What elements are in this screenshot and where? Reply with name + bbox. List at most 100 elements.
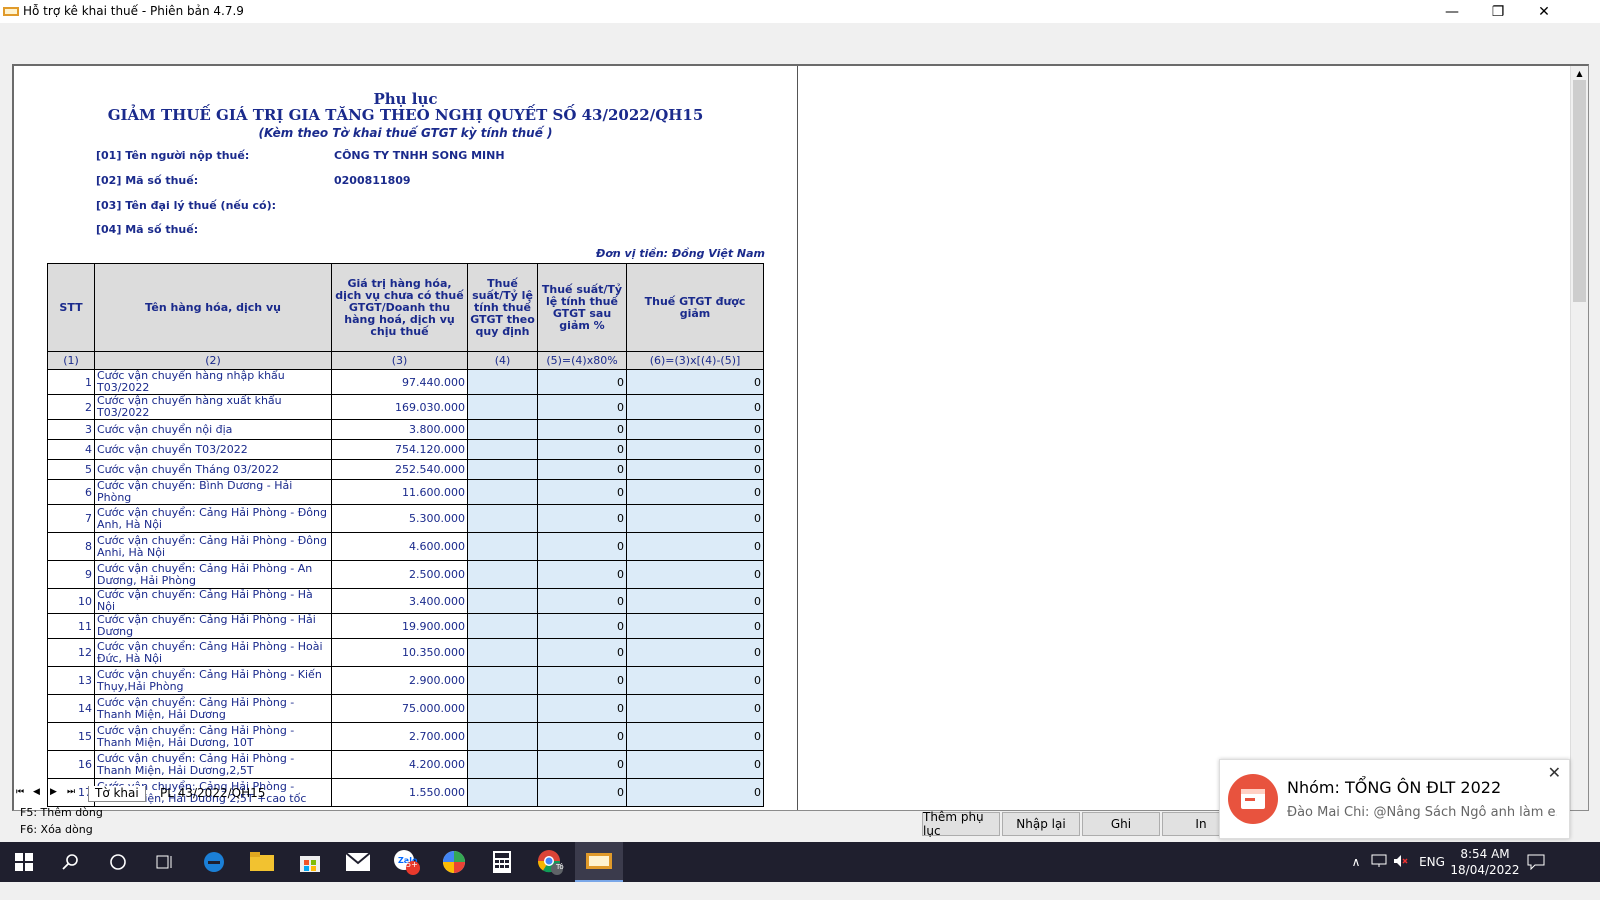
row-reduced-tax[interactable]: 0 [626,439,764,460]
row-item-name[interactable]: Cước vận chuyển: Cảng Hải Phòng - Thanh … [94,722,332,751]
table-row[interactable]: 10 Cước vận chuyển: Cảng Hải Phòng - Hà N… [47,588,764,614]
row-rate[interactable] [467,560,538,589]
row-rate[interactable] [467,439,538,460]
search-icon[interactable] [47,842,95,882]
tax-app-icon[interactable] [575,842,623,882]
table-row[interactable]: 12 Cước vận chuyển: Cảng Hải Phòng - Hoài… [47,638,764,667]
row-value[interactable]: 10.350.000 [331,638,468,667]
scroll-up-icon[interactable]: ▲ [1571,66,1588,80]
table-row[interactable]: 11 Cước vận chuyển: Cảng Hải Phòng - Hải … [47,613,764,639]
row-reduced-tax[interactable]: 0 [626,750,764,779]
row-rate[interactable] [467,588,538,614]
row-reduced-tax[interactable]: 0 [626,588,764,614]
row-value[interactable]: 754.120.000 [331,439,468,460]
row-reduced-tax[interactable]: 0 [626,666,764,695]
row-reduced-tax[interactable]: 0 [626,722,764,751]
row-value[interactable]: 75.000.000 [331,694,468,723]
chrome-icon[interactable]: Tô [526,842,574,882]
row-rate[interactable] [467,479,538,505]
row-item-name[interactable]: Cước vận chuyển T03/2022 [94,439,332,460]
row-rate[interactable] [467,532,538,561]
row-value[interactable]: 4.200.000 [331,750,468,779]
first-sheet-icon[interactable]: ⏮ [16,787,24,797]
row-rate[interactable] [467,369,538,395]
row-rate-after[interactable]: 0 [537,560,627,589]
row-value[interactable]: 3.800.000 [331,419,468,440]
table-row[interactable]: 13 Cước vận chuyển: Cảng Hải Phòng - Kiến… [47,666,764,695]
row-rate-after[interactable]: 0 [537,694,627,723]
field-value-tax-code[interactable]: 0200811809 [334,174,411,187]
row-rate[interactable] [467,419,538,440]
table-row[interactable]: 6 Cước vận chuyển: Bình Dương - Hải Phòng… [47,479,764,505]
volume-muted-icon[interactable] [1390,854,1412,871]
row-item-name[interactable]: Cước vận chuyển: Cảng Hải Phòng - Kiến T… [94,666,332,695]
row-rate-after[interactable]: 0 [537,419,627,440]
mail-icon[interactable] [334,842,382,882]
row-rate[interactable] [467,750,538,779]
row-rate-after[interactable]: 0 [537,459,627,480]
row-item-name[interactable]: Cước vận chuyển: Cảng Hải Phòng - Thanh … [94,694,332,723]
zalo-icon[interactable]: Zalo 5+ [382,842,430,882]
row-reduced-tax[interactable]: 0 [626,613,764,639]
scroll-thumb[interactable] [1573,80,1586,302]
row-reduced-tax[interactable]: 0 [626,560,764,589]
row-value[interactable]: 19.900.000 [331,613,468,639]
chevron-up-icon[interactable]: ∧ [1344,855,1368,869]
row-rate[interactable] [467,613,538,639]
table-row[interactable]: 14 Cước vận chuyển: Cảng Hải Phòng - Than… [47,694,764,723]
row-value[interactable]: 4.600.000 [331,532,468,561]
row-item-name[interactable]: Cước vận chuyển hàng nhập khẩu T03/2022 [94,369,332,395]
table-row[interactable]: 7 Cước vận chuyển: Cảng Hải Phòng - Đông … [47,504,764,533]
table-row[interactable]: 3 Cước vận chuyển nội địa 3.800.000 0 0 [47,419,764,440]
table-row[interactable]: 2 Cước vận chuyển hàng xuất khẩu T03/2022… [47,394,764,420]
row-item-name[interactable]: Cước vận chuyển: Cảng Hải Phòng - Đông A… [94,532,332,561]
row-rate-after[interactable]: 0 [537,613,627,639]
close-button[interactable]: ✕ [1521,0,1567,23]
windows-start-icon[interactable] [0,842,48,882]
table-row[interactable]: 5 Cước vận chuyển Tháng 03/2022 252.540.00… [47,459,764,480]
row-reduced-tax[interactable]: 0 [626,419,764,440]
row-rate-after[interactable]: 0 [537,722,627,751]
row-rate-after[interactable]: 0 [537,439,627,460]
row-item-name[interactable]: Cước vận chuyển: Bình Dương - Hải Phòng [94,479,332,505]
row-item-name[interactable]: Cước vận chuyển hàng xuất khẩu T03/2022 [94,394,332,420]
row-reduced-tax[interactable]: 0 [626,694,764,723]
row-item-name[interactable]: Cước vận chuyển: Cảng Hải Phòng - Hoài Đ… [94,638,332,667]
table-row[interactable]: 9 Cước vận chuyển: Cảng Hải Phòng - An Dư… [47,560,764,589]
table-row[interactable]: 4 Cước vận chuyển T03/2022 754.120.000 0 0 [47,439,764,460]
row-item-name[interactable]: Cước vận chuyển: Cảng Hải Phòng - Hà Nội [94,588,332,614]
row-value[interactable]: 97.440.000 [331,369,468,395]
row-reduced-tax[interactable]: 0 [626,394,764,420]
next-sheet-icon[interactable]: ▶ [50,787,57,797]
row-reduced-tax[interactable]: 0 [626,369,764,395]
minimize-button[interactable]: — [1429,0,1475,23]
row-rate-after[interactable]: 0 [537,504,627,533]
store-icon[interactable] [286,842,334,882]
row-rate[interactable] [467,638,538,667]
chat-notification[interactable]: Nhóm: TỔNG ÔN ĐLT 2022 Đào Mai Chi: @Nân… [1219,759,1570,839]
row-rate-after[interactable]: 0 [537,479,627,505]
row-value[interactable]: 5.300.000 [331,504,468,533]
cortana-icon[interactable] [94,842,142,882]
row-reduced-tax[interactable]: 0 [626,504,764,533]
row-rate-after[interactable]: 0 [537,369,627,395]
row-value[interactable]: 169.030.000 [331,394,468,420]
action-center-icon[interactable] [1512,842,1560,882]
notification-close-icon[interactable]: ✕ [1548,763,1561,782]
row-reduced-tax[interactable]: 0 [626,479,764,505]
prev-sheet-icon[interactable]: ◀ [33,787,40,797]
table-row[interactable]: 16 Cước vận chuyển: Cảng Hải Phòng - Than… [47,750,764,779]
row-item-name[interactable]: Cước vận chuyển: Cảng Hải Phòng - Thanh … [94,750,332,779]
row-reduced-tax[interactable]: 0 [626,638,764,667]
row-item-name[interactable]: Cước vận chuyển nội địa [94,419,332,440]
row-value[interactable]: 252.540.000 [331,459,468,480]
restore-button[interactable]: ❐ [1475,0,1521,23]
last-sheet-icon[interactable]: ⏭ [67,787,75,797]
row-rate[interactable] [467,504,538,533]
table-row[interactable]: 15 Cước vận chuyển: Cảng Hải Phòng - Than… [47,722,764,751]
table-row[interactable]: 1 Cước vận chuyển hàng nhập khẩu T03/2022… [47,369,764,395]
tab-pl-43[interactable]: PL 43/2022/QH15 [154,786,271,801]
row-value[interactable]: 2.500.000 [331,560,468,589]
file-explorer-icon[interactable] [238,842,286,882]
edge-icon[interactable] [190,842,238,882]
